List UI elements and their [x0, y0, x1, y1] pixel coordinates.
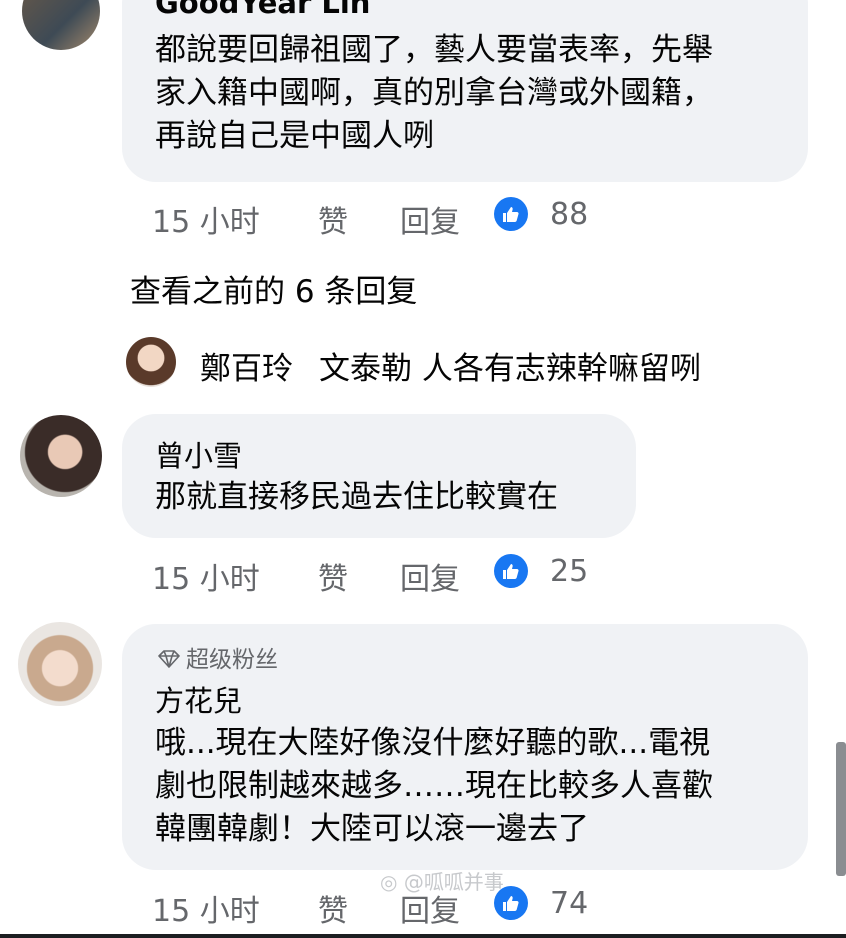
avatar[interactable] — [18, 622, 102, 706]
super-fan-badge: 超级粉丝 — [158, 640, 278, 674]
like-button[interactable]: 赞 — [318, 554, 348, 598]
comment-author[interactable]: 曾小雪 — [155, 433, 242, 475]
weibo-icon: ◎ — [380, 870, 398, 894]
reply-button[interactable]: 回复 — [400, 554, 460, 598]
comment-text-line: 家入籍中國啊，真的別拿台灣或外國籍， — [155, 75, 713, 111]
like-count: 25 — [550, 554, 589, 589]
reply-button[interactable]: 回复 — [400, 197, 460, 241]
comment-time: 15 小时 — [152, 894, 260, 929]
comment-author[interactable]: 方花兒 — [155, 678, 242, 720]
comment-text-line: 再說自己是中國人咧 — [155, 118, 434, 154]
comment-author[interactable]: GoodYear Lin — [155, 0, 370, 20]
like-button[interactable]: 赞 — [318, 197, 348, 241]
avatar[interactable] — [22, 0, 100, 50]
like-count: 74 — [550, 886, 589, 921]
comment-time: 15 小时 — [152, 205, 260, 240]
reply-preview[interactable]: 鄭百玲 文泰勒 人各有志辣幹嘛留咧 — [200, 343, 701, 388]
comment-actions: 15 小时 赞 回复 25 — [152, 554, 632, 597]
thumbs-up-icon — [494, 554, 528, 588]
comment-text-line: 韓團韓劇！大陸可以滾一邊去了 — [155, 811, 589, 847]
comment-text-line: 劇也限制越來越多……現在比較多人喜歡 — [155, 768, 713, 804]
thumbs-up-icon — [494, 197, 528, 231]
scrollbar[interactable] — [836, 742, 846, 876]
comment-time: 15 小时 — [152, 562, 260, 597]
comment-actions: 15 小时 赞 回复 88 — [152, 197, 632, 240]
divider — [0, 934, 846, 938]
reply-text: 文泰勒 人各有志辣幹嘛留咧 — [319, 351, 701, 387]
avatar[interactable] — [126, 337, 176, 387]
comment-text-line: 哦...現在大陸好像沒什麼好聽的歌...電視 — [155, 725, 711, 761]
watermark-text: @呱呱并事 — [403, 870, 504, 894]
diamond-icon — [158, 648, 180, 674]
like-button[interactable]: 赞 — [318, 886, 348, 930]
avatar[interactable] — [20, 415, 102, 497]
badge-label: 超级粉丝 — [186, 647, 278, 673]
watermark: ◎ @呱呱并事 — [380, 866, 504, 895]
comment-text: 哦...現在大陸好像沒什麼好聽的歌...電視 劇也限制越來越多……現在比較多人喜… — [155, 722, 713, 851]
view-previous-replies-link[interactable]: 查看之前的 6 条回复 — [130, 266, 417, 311]
like-count: 88 — [550, 197, 589, 232]
comment-text-line: 都說要回歸祖國了，藝人要當表率，先舉 — [155, 32, 713, 68]
comment-text: 都說要回歸祖國了，藝人要當表率，先舉 家入籍中國啊，真的別拿台灣或外國籍， 再說… — [155, 29, 713, 158]
comment-text-line: 那就直接移民過去住比較實在 — [155, 479, 558, 515]
reply-author[interactable]: 鄭百玲 — [200, 351, 293, 387]
comment-text: 那就直接移民過去住比較實在 — [155, 476, 558, 519]
